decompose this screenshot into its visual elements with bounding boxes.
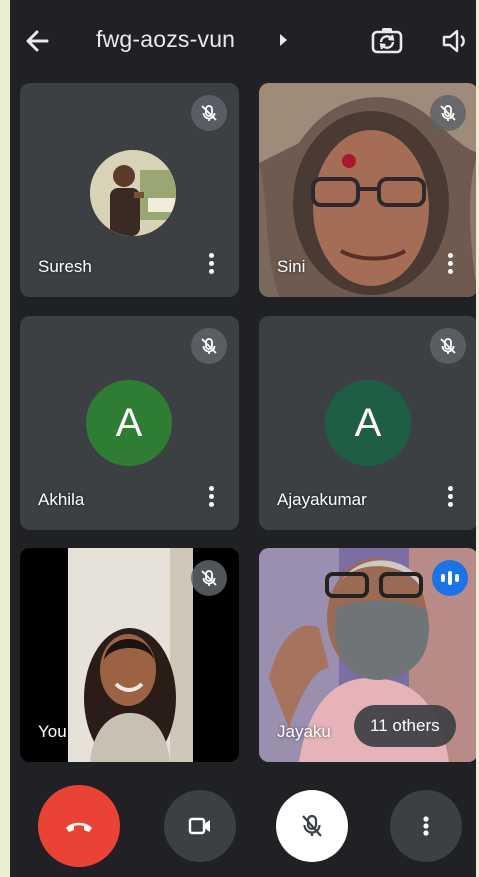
participant-tile-ajayakumar[interactable]: A Ajayakumar (259, 316, 476, 530)
back-arrow-icon[interactable] (20, 24, 54, 58)
avatar-initial: A (354, 400, 382, 445)
participant-tile-jayaku[interactable]: Jayaku 11 others (259, 548, 476, 762)
mic-off-icon (430, 328, 466, 364)
participant-name: Akhila (38, 490, 85, 509)
participant-tile-sini[interactable]: Sini (259, 83, 476, 297)
participant-tile-suresh[interactable]: Suresh (20, 83, 239, 297)
speaking-indicator-icon (432, 560, 468, 596)
mic-off-icon (430, 95, 466, 131)
call-controls (10, 778, 476, 877)
avatar: A (86, 380, 172, 466)
participant-name: Sini (277, 257, 306, 276)
more-options-button[interactable] (390, 790, 462, 862)
participant-tile-you[interactable]: You (20, 548, 239, 762)
meeting-code[interactable]: fwg-aozs-vun (96, 26, 235, 53)
mic-off-icon (191, 560, 227, 596)
switch-camera-icon[interactable] (370, 24, 404, 58)
speaker-icon[interactable] (440, 26, 470, 56)
participant-name: You (38, 722, 67, 741)
more-vertical-icon[interactable] (444, 253, 456, 279)
caret-right-icon[interactable] (278, 33, 288, 52)
meet-app: fwg-aozs-vun Suresh Sini A Akhila A Ajay… (10, 0, 476, 877)
more-vertical-icon[interactable] (205, 253, 217, 279)
participant-tile-akhila[interactable]: A Akhila (20, 316, 239, 530)
top-bar: fwg-aozs-vun (10, 0, 476, 82)
end-call-button[interactable] (38, 785, 120, 867)
participant-photo (90, 150, 176, 236)
video-camera-icon (188, 817, 210, 835)
participant-name: Ajayakumar (277, 490, 367, 509)
camera-button[interactable] (164, 790, 236, 862)
participant-name: Jayaku (277, 722, 331, 741)
more-vertical-icon[interactable] (205, 486, 217, 512)
microphone-button[interactable] (276, 790, 348, 862)
more-vertical-icon[interactable] (444, 486, 456, 512)
mic-off-icon (302, 814, 322, 837)
avatar: A (325, 380, 411, 466)
mic-off-icon (191, 95, 227, 131)
more-vertical-icon (423, 816, 429, 836)
end-call-icon (66, 822, 92, 832)
others-chip[interactable]: 11 others (354, 705, 456, 747)
participant-name: Suresh (38, 257, 92, 276)
avatar-initial: A (115, 400, 143, 445)
mic-off-icon (191, 328, 227, 364)
